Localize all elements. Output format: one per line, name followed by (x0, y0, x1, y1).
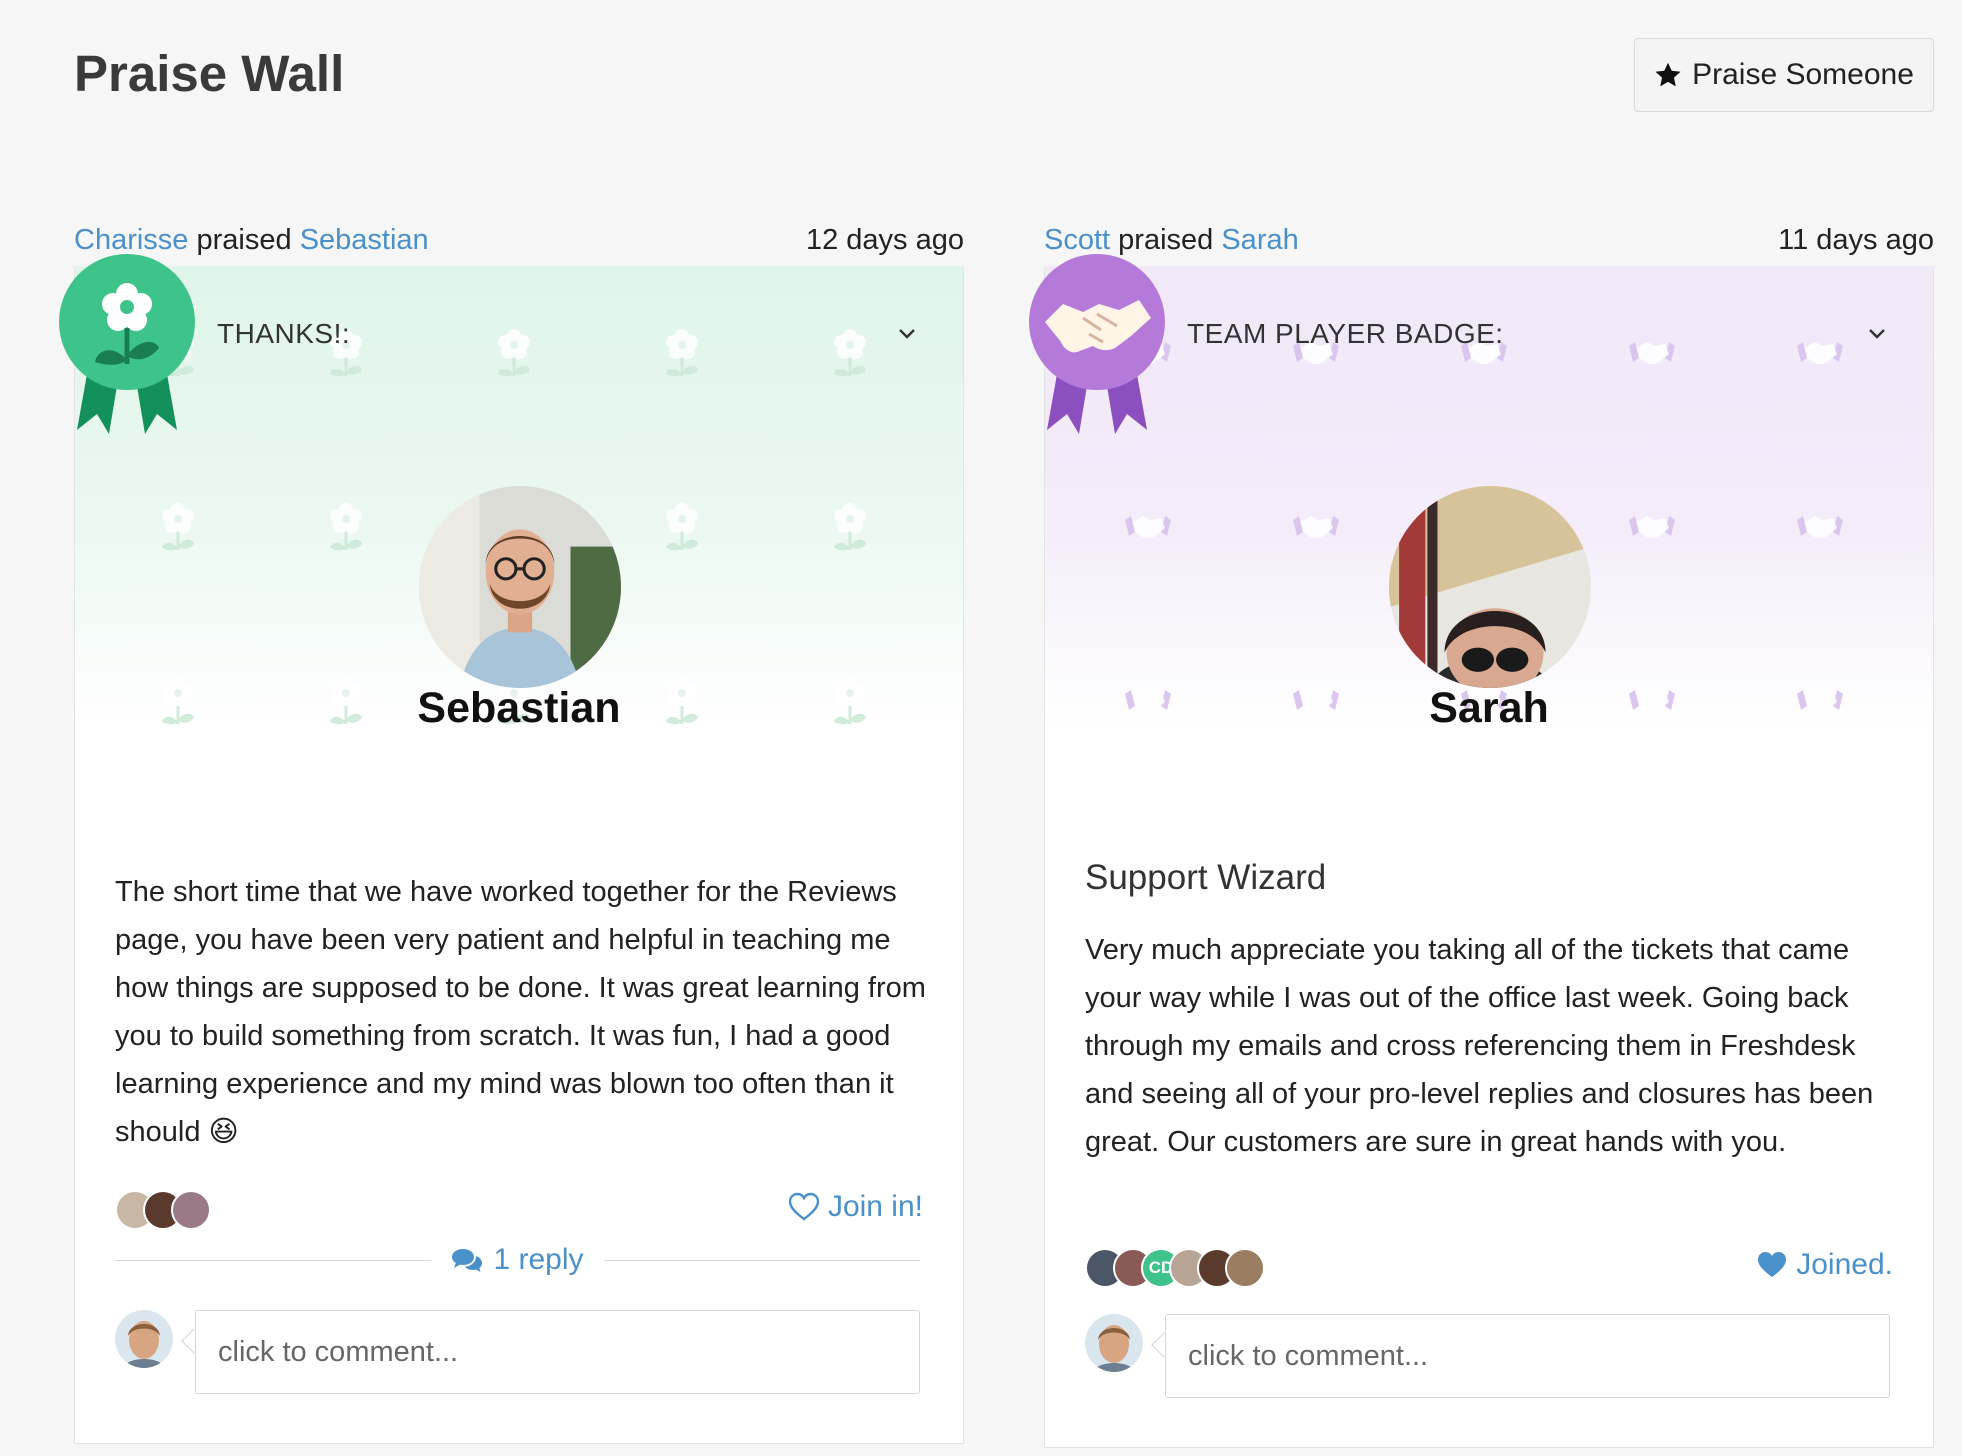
avatar (171, 1190, 211, 1230)
badge-label: TEAM PLAYER BADGE: (1187, 318, 1504, 349)
handshake-pattern-icon (1293, 516, 1339, 539)
handshake-pattern-icon (1797, 516, 1843, 539)
heart-icon (1758, 1252, 1787, 1277)
chevron-down-icon[interactable] (1865, 322, 1889, 346)
handshake-badge-icon (1029, 254, 1165, 434)
praised-verb: praised (1118, 223, 1214, 256)
comment-input[interactable] (1165, 1314, 1890, 1398)
recipient-avatar (419, 486, 621, 688)
giver-link[interactable]: Scott (1044, 224, 1110, 256)
flower-pattern-icon (498, 329, 530, 377)
flower-pattern-icon (666, 329, 698, 377)
reply-count: 1 reply (493, 1243, 584, 1276)
recipient-name: Sebastian (417, 684, 621, 732)
reply-divider: 1 reply (115, 1240, 921, 1280)
flower-pattern-icon (330, 503, 362, 551)
comments-icon (452, 1249, 483, 1272)
chevron-down-icon[interactable] (895, 322, 919, 346)
flower-pattern-icon (666, 503, 698, 551)
recipient-name: Sarah (1429, 684, 1549, 732)
handshake-pattern-icon (1629, 516, 1675, 539)
praise-subtitle: Support Wizard (1085, 858, 1327, 897)
join-in-button[interactable]: Join in! (788, 1190, 923, 1224)
flower-badge-icon (59, 254, 195, 434)
praise-post: Scott praised Sarah 11 days ago TEAM PLA… (1029, 214, 1934, 1448)
star-icon (1655, 62, 1681, 87)
recipient-link[interactable]: Sarah (1221, 224, 1298, 256)
handshake-pattern-icon (1797, 342, 1843, 365)
joiners-avatars[interactable]: CD (1085, 1248, 1265, 1288)
avatar (1225, 1248, 1265, 1288)
post-time: 11 days ago (1778, 223, 1934, 256)
post-meta: Scott praised Sarah 11 days ago (1044, 214, 1934, 266)
join-label: Join in! (827, 1190, 923, 1223)
praise-card: THANKS!: Sebastian The short time that w… (59, 254, 964, 1444)
praise-message: Very much appreciate you taking all of t… (1085, 934, 1874, 1158)
post-time: 12 days ago (805, 223, 964, 256)
badge-label: THANKS!: (217, 318, 351, 349)
joiners-avatars[interactable] (115, 1190, 211, 1230)
praise-message: The short time that we have worked toget… (115, 876, 926, 1148)
praise-card: TEAM PLAYER BADGE: Sarah Support Wizard … (1029, 254, 1934, 1448)
praised-verb: praised (196, 223, 292, 256)
post-meta: Charisse praised Sebastian 12 days ago (74, 214, 964, 266)
praise-someone-button[interactable]: Praise Someone (1634, 38, 1934, 112)
recipient-link[interactable]: Sebastian (300, 224, 429, 256)
flower-pattern-icon (834, 329, 866, 377)
praise-someone-label: Praise Someone (1692, 58, 1914, 91)
giver-link[interactable]: Charisse (74, 224, 188, 256)
handshake-pattern-icon (1629, 342, 1675, 365)
flower-pattern-icon (834, 503, 866, 551)
joined-button[interactable]: Joined. (1756, 1248, 1893, 1282)
praise-post: Charisse praised Sebastian 12 days ago T… (59, 214, 964, 1444)
page-title: Praise Wall (74, 45, 345, 102)
joined-label: Joined. (1796, 1248, 1893, 1281)
avatar (115, 1310, 173, 1368)
handshake-pattern-icon (1125, 516, 1171, 539)
flower-pattern-icon (162, 503, 194, 551)
avatar (1085, 1314, 1143, 1372)
comment-input[interactable] (195, 1310, 920, 1394)
heart-icon (788, 1192, 820, 1221)
recipient-avatar (1389, 486, 1591, 688)
replies-link[interactable]: 1 reply (431, 1243, 603, 1277)
